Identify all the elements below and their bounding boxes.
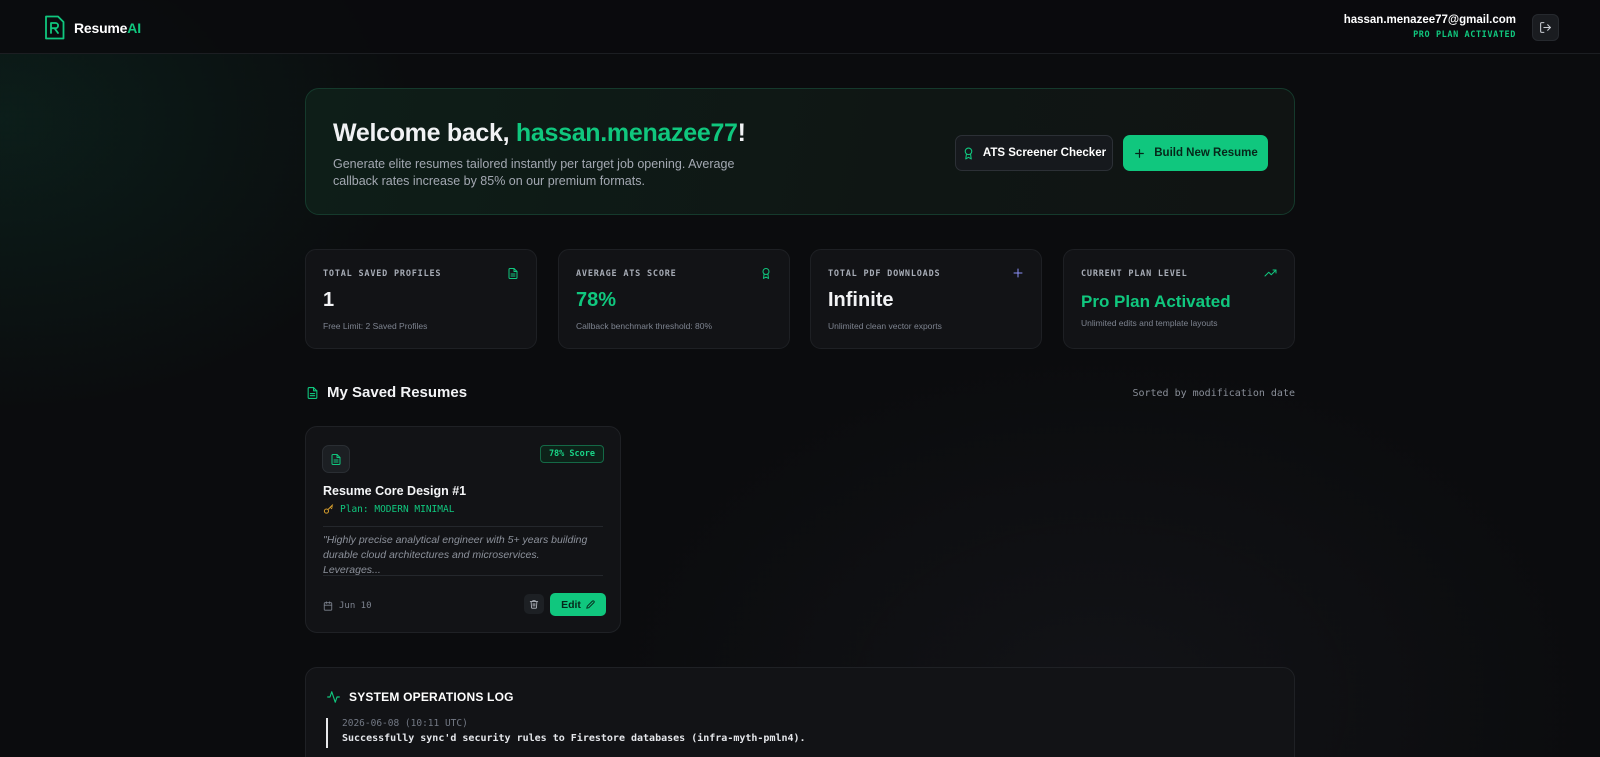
stat-note: Callback benchmark threshold: 80% — [576, 321, 713, 331]
divider — [323, 575, 603, 576]
stat-label: AVERAGE ATS SCORE — [576, 269, 677, 279]
stat-card-plan-level: CURRENT PLAN LEVEL Pro Plan Activated Un… — [1063, 249, 1295, 349]
resume-date: Jun 10 — [323, 601, 372, 611]
divider — [323, 526, 603, 527]
user-info: hassan.menazee77@gmail.com PRO PLAN ACTI… — [1344, 14, 1516, 40]
stat-value: Pro Plan Activated — [1081, 292, 1231, 311]
stat-note: Unlimited clean vector exports — [828, 321, 942, 331]
activity-icon — [327, 691, 340, 703]
welcome-heading: Welcome back, hassan.menazee77! — [333, 119, 746, 147]
resume-thumbnail — [322, 445, 350, 473]
brand-name: ResumeAI — [74, 19, 141, 36]
stat-card-saved-profiles: TOTAL SAVED PROFILES 1 Free Limit: 2 Sav… — [305, 249, 537, 349]
plus-icon — [1135, 148, 1145, 158]
log-entry: 2026-06-08 (10:11 UTC) Successfully sync… — [326, 718, 806, 748]
trash-icon — [529, 600, 539, 609]
welcome-subtitle: Generate elite resumes tailored instantl… — [333, 157, 735, 188]
stat-card-pdf-downloads: TOTAL PDF DOWNLOADS Infinite Unlimited c… — [810, 249, 1042, 349]
trending-up-icon — [1264, 269, 1277, 277]
plus-icon — [1013, 268, 1023, 278]
delete-resume-button[interactable] — [524, 594, 544, 614]
welcome-panel: Welcome back, hassan.menazee77! Generate… — [305, 88, 1295, 215]
document-icon — [508, 268, 518, 279]
welcome-username: hassan.menazee77 — [515, 119, 738, 147]
top-navigation-bar: ResumeAI hassan.menazee77@gmail.com PRO … — [0, 0, 1600, 54]
resume-plan: Plan: MODERN MINIMAL — [323, 504, 454, 515]
key-icon — [323, 504, 334, 514]
user-plan-status: PRO PLAN ACTIVATED — [1413, 30, 1516, 40]
award-icon — [964, 147, 973, 159]
edit-resume-button[interactable]: Edit — [550, 593, 606, 616]
log-message: Successfully sync'd security rules to Fi… — [342, 733, 806, 744]
logout-icon — [1540, 22, 1551, 33]
sort-label: Sorted by modification date — [1132, 388, 1295, 399]
ats-screener-checker-button[interactable]: ATS Screener Checker — [955, 135, 1113, 171]
resume-card[interactable]: 78% Score Resume Core Design #1 Plan: MO… — [305, 426, 621, 633]
brand-logo-link[interactable]: ResumeAI — [44, 15, 141, 40]
resume-description: "Highly precise analytical engineer with… — [323, 534, 588, 576]
log-timestamp: 2026-06-08 (10:11 UTC) — [342, 718, 468, 729]
stat-label: TOTAL PDF DOWNLOADS — [828, 269, 941, 279]
system-operations-log: SYSTEM OPERATIONS LOG 2026-06-08 (10:11 … — [305, 667, 1295, 757]
score-badge: 78% Score — [539, 445, 604, 463]
build-new-resume-button[interactable]: Build New Resume — [1123, 135, 1268, 171]
calendar-icon — [323, 601, 333, 611]
resume-title: Resume Core Design #1 — [323, 484, 467, 498]
resume-logo-icon — [45, 15, 65, 40]
log-heading: SYSTEM OPERATIONS LOG — [326, 690, 514, 704]
user-email: hassan.menazee77@gmail.com — [1343, 14, 1516, 26]
stat-label: CURRENT PLAN LEVEL — [1081, 269, 1188, 279]
stat-value: 78% — [576, 289, 617, 311]
stat-label: TOTAL SAVED PROFILES — [323, 269, 442, 279]
saved-resumes-heading: My Saved Resumes — [306, 384, 467, 401]
logout-button[interactable] — [1532, 14, 1559, 41]
document-icon — [307, 386, 318, 399]
stat-note: Free Limit: 2 Saved Profiles — [323, 321, 428, 331]
stat-card-ats-score: AVERAGE ATS SCORE 78% Callback benchmark… — [558, 249, 790, 349]
stat-note: Unlimited edits and template layouts — [1081, 318, 1218, 328]
award-icon — [762, 268, 770, 279]
stat-value: 1 — [323, 289, 335, 311]
stat-value: Infinite — [828, 289, 894, 311]
document-icon — [331, 453, 341, 465]
pencil-icon — [586, 600, 595, 609]
